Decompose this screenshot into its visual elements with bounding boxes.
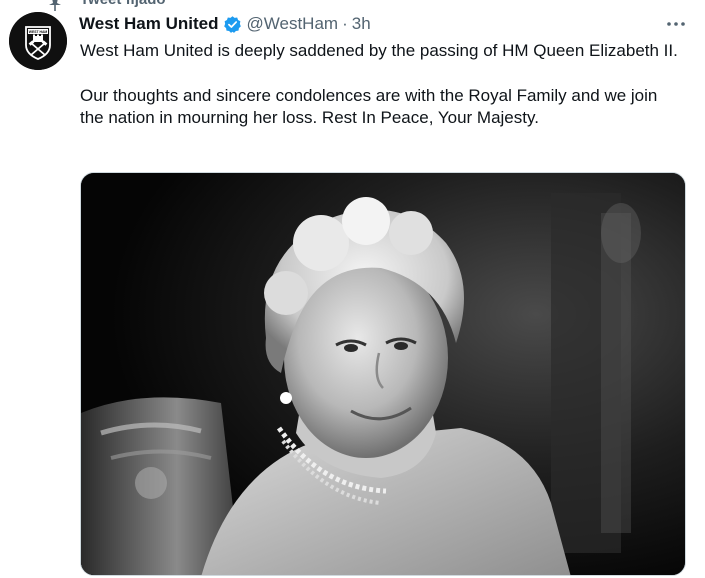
west-ham-crest-icon: WEST HAM (9, 12, 67, 70)
pinned-label: Tweet fijado (80, 0, 166, 8)
tweet-paragraph: Our thoughts and sincere condolences are… (80, 85, 658, 128)
pin-icon (45, 0, 65, 12)
tweet-header: West Ham United @WestHam · 3h (79, 13, 371, 35)
avatar[interactable]: WEST HAM (9, 12, 67, 70)
timestamp[interactable]: 3h (352, 14, 371, 34)
portrait-photo-icon (81, 173, 685, 575)
pinned-indicator: Tweet fijado (0, 0, 705, 12)
tweet-text: West Ham United is deeply saddened by th… (80, 40, 680, 130)
tweet-card[interactable]: Tweet fijado WEST HAM West Ham United (0, 0, 705, 578)
display-name[interactable]: West Ham United (79, 14, 219, 34)
tweet-paragraph: West Ham United is deeply saddened by th… (80, 41, 678, 60)
svg-text:WEST HAM: WEST HAM (29, 30, 48, 34)
separator-dot: · (342, 14, 348, 33)
verified-badge-icon (223, 15, 242, 34)
tweet-media-photo[interactable] (80, 172, 686, 576)
user-handle[interactable]: @WestHam (247, 14, 339, 34)
more-options-icon[interactable] (665, 14, 687, 34)
